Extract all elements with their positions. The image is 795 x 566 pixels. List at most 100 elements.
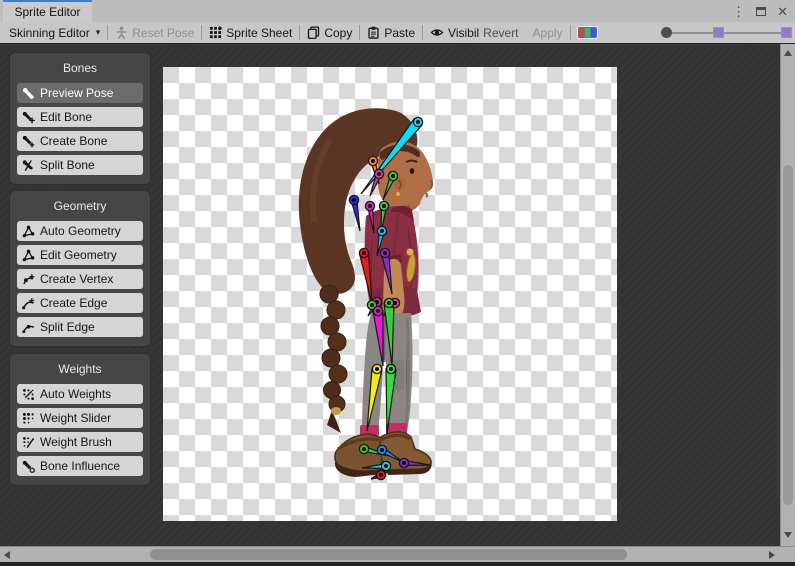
tool-button-split-bone[interactable]: Split Bone bbox=[17, 155, 143, 175]
bone-joint[interactable] bbox=[376, 470, 385, 479]
apply-label: Apply bbox=[533, 26, 563, 40]
paste-icon bbox=[367, 26, 380, 39]
sprite-canvas[interactable] bbox=[163, 67, 617, 521]
panel-title: Geometry bbox=[17, 199, 143, 213]
mip-level-slider[interactable] bbox=[656, 22, 793, 44]
bone-joint[interactable] bbox=[359, 444, 368, 453]
bone-create-icon bbox=[22, 135, 35, 148]
horizontal-scrollbar-thumb[interactable] bbox=[150, 549, 627, 560]
tool-button-weight-slider[interactable]: Weight Slider bbox=[17, 408, 143, 428]
tool-button-weight-brush[interactable]: Weight Brush bbox=[17, 432, 143, 452]
geometry-panel: Geometry Auto Geometry Edit Geometry Cre… bbox=[9, 190, 151, 347]
bone-joint[interactable] bbox=[377, 445, 386, 454]
bone-joint[interactable] bbox=[359, 248, 368, 257]
panel-title: Bones bbox=[17, 61, 143, 75]
bone-joint[interactable] bbox=[349, 195, 358, 204]
tab-bar: Sprite Editor ⋮ ✕ bbox=[0, 0, 795, 22]
revert-label: Revert bbox=[483, 26, 518, 40]
revert-button[interactable]: Revert bbox=[479, 22, 525, 43]
window-bottom-edge bbox=[0, 562, 795, 566]
sprite-sheet-grid-icon bbox=[209, 26, 222, 39]
vertex-create-icon bbox=[22, 273, 35, 286]
vertical-scrollbar-thumb[interactable] bbox=[783, 165, 793, 505]
bone-joint[interactable] bbox=[373, 306, 382, 315]
tool-button-auto-geometry[interactable]: Auto Geometry bbox=[17, 221, 143, 241]
visibility-label: Visibil bbox=[448, 26, 479, 40]
toolbar: Skinning Editor ▾ Reset Pose Sprite Shee… bbox=[0, 22, 795, 44]
bone-split-icon bbox=[22, 159, 35, 172]
vertical-scrollbar[interactable] bbox=[780, 44, 795, 546]
bone-joint[interactable] bbox=[377, 226, 386, 235]
bone-joint[interactable] bbox=[386, 364, 395, 373]
bone-joint[interactable] bbox=[365, 201, 374, 210]
scroll-up-arrow-icon[interactable] bbox=[784, 50, 792, 56]
bones-panel: Bones Preview Pose Edit Bone Create Bone… bbox=[9, 52, 151, 185]
bone-influence-icon bbox=[22, 460, 35, 473]
tool-button-auto-weights[interactable]: Auto Weights bbox=[17, 384, 143, 404]
slider-track bbox=[664, 32, 787, 34]
close-icon[interactable]: ✕ bbox=[777, 5, 788, 18]
tool-button-split-edge[interactable]: Split Edge bbox=[17, 317, 143, 337]
bone-joint[interactable] bbox=[384, 298, 393, 307]
tool-button-bone-influence[interactable]: Bone Influence bbox=[17, 456, 143, 476]
chevron-down-icon: ▾ bbox=[96, 27, 101, 38]
tool-button-edit-geometry[interactable]: Edit Geometry bbox=[17, 245, 143, 265]
bone-joint[interactable] bbox=[388, 171, 397, 180]
tool-button-preview-pose[interactable]: Preview Pose bbox=[17, 83, 143, 103]
paste-button[interactable]: Paste bbox=[360, 22, 422, 43]
skinning-editor-dropdown[interactable]: Skinning Editor ▾ bbox=[2, 22, 107, 43]
weights-panel: Weights Auto Weights Weight Slider Weigh… bbox=[9, 353, 151, 486]
weights-auto-icon bbox=[22, 388, 35, 401]
eye-icon bbox=[430, 26, 444, 39]
bone-edit-icon bbox=[22, 111, 35, 124]
tool-button-create-vertex[interactable]: Create Vertex bbox=[17, 269, 143, 289]
bone-joint[interactable] bbox=[379, 201, 388, 210]
toolbar-separator bbox=[570, 25, 571, 40]
tool-button-create-edge[interactable]: Create Edge bbox=[17, 293, 143, 313]
paste-label: Paste bbox=[384, 26, 415, 40]
edge-split-icon bbox=[22, 321, 35, 334]
scroll-down-arrow-icon[interactable] bbox=[784, 532, 792, 538]
scroll-right-arrow-icon[interactable] bbox=[769, 551, 775, 559]
rgb-green-stripe bbox=[585, 28, 590, 37]
reset-pose-label: Reset Pose bbox=[132, 26, 194, 40]
apply-button[interactable]: Apply bbox=[526, 22, 570, 43]
geometry-icon bbox=[22, 249, 35, 262]
bone-joint[interactable] bbox=[368, 156, 377, 165]
visibility-button[interactable]: Visibil bbox=[423, 22, 479, 43]
panel-title: Weights bbox=[17, 362, 143, 376]
reset-pose-button[interactable]: Reset Pose bbox=[108, 22, 201, 43]
bone-joint[interactable] bbox=[413, 117, 422, 126]
slider-knob[interactable] bbox=[661, 27, 672, 38]
maximize-icon[interactable] bbox=[756, 7, 766, 16]
copy-icon bbox=[307, 26, 320, 39]
bone-icon bbox=[22, 87, 35, 100]
bone-joint[interactable] bbox=[372, 364, 381, 373]
geometry-icon bbox=[22, 225, 35, 238]
rgb-alpha-toggle[interactable] bbox=[577, 26, 598, 39]
texture-mip-icon bbox=[713, 27, 724, 38]
sprite-editor-window: Sprite Editor ⋮ ✕ Skinning Editor ▾ Rese… bbox=[0, 0, 795, 566]
tool-button-create-bone[interactable]: Create Bone bbox=[17, 131, 143, 151]
bone-joint[interactable] bbox=[380, 248, 389, 257]
rgb-blue-stripe bbox=[591, 28, 596, 37]
braid bbox=[320, 285, 347, 433]
tab-sprite-editor[interactable]: Sprite Editor bbox=[3, 0, 92, 22]
rgb-red-stripe bbox=[579, 28, 584, 37]
scroll-left-arrow-icon[interactable] bbox=[4, 551, 10, 559]
texture-mip-icon bbox=[781, 27, 792, 38]
kebab-menu-icon[interactable]: ⋮ bbox=[732, 5, 745, 18]
bone-joint[interactable] bbox=[381, 461, 390, 470]
tab-title: Sprite Editor bbox=[14, 5, 80, 19]
copy-button[interactable]: Copy bbox=[300, 22, 359, 43]
bone-joint[interactable] bbox=[399, 458, 408, 467]
horizontal-scrollbar[interactable] bbox=[0, 546, 795, 562]
weight-slider-icon bbox=[22, 412, 35, 425]
tool-button-edit-bone[interactable]: Edit Bone bbox=[17, 107, 143, 127]
character-sprite bbox=[299, 108, 433, 477]
sprite-sheet-button[interactable]: Sprite Sheet bbox=[202, 22, 299, 43]
bone-joint[interactable] bbox=[374, 169, 383, 178]
window-controls: ⋮ ✕ bbox=[732, 0, 788, 22]
copy-label: Copy bbox=[324, 26, 352, 40]
weight-brush-icon bbox=[22, 436, 35, 449]
